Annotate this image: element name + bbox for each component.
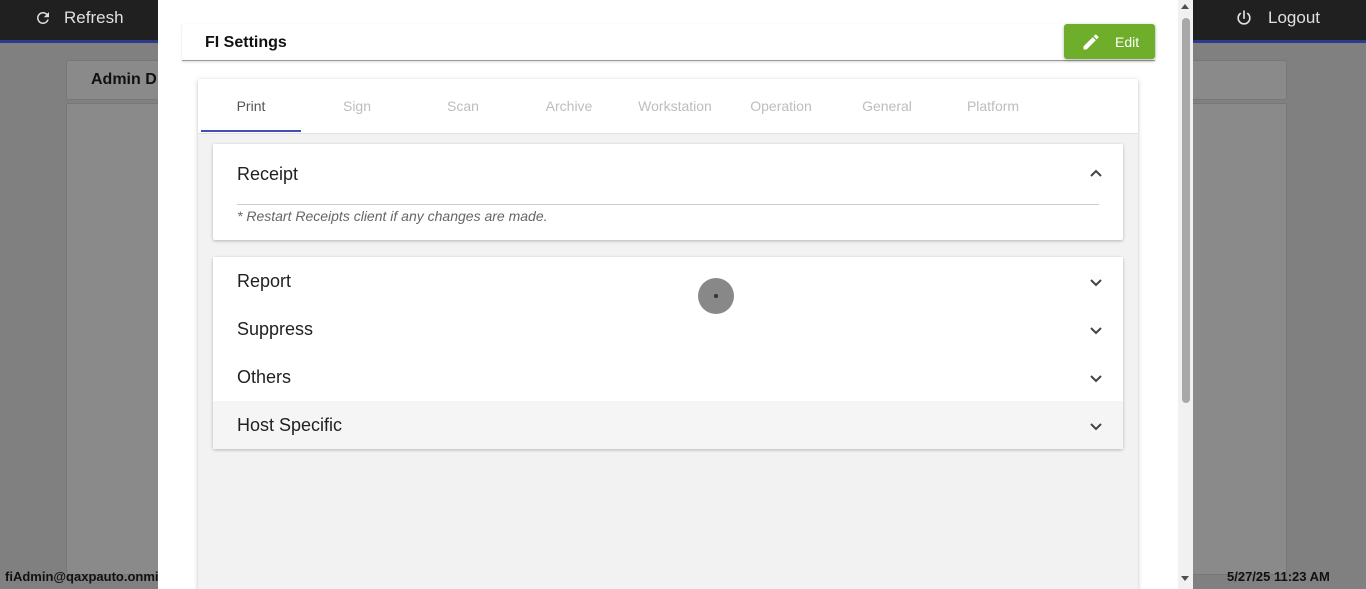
chevron-down-icon [1090,279,1102,287]
chevron-down-icon [1090,423,1102,431]
tab-operation[interactable]: Operation [731,79,831,133]
dialog-header: FI Settings [182,24,1155,61]
tab-print[interactable]: Print [201,79,301,133]
pencil-icon [1083,33,1099,49]
receipt-divider [237,204,1099,205]
tab-archive[interactable]: Archive [519,79,619,133]
receipt-note: * Restart Receipts client if any changes… [237,208,548,224]
chevron-down-icon [1090,327,1102,335]
datetime-display: 5/27/25 11:23 AM [1227,569,1330,584]
logout-label: Logout [1268,8,1320,27]
scroll-down-arrow-icon[interactable] [1181,576,1189,581]
receipt-header[interactable]: Receipt [237,164,298,185]
loading-dot [714,294,718,298]
page-title: Admin D [91,71,157,88]
receipt-panel: Receipt * Restart Receipts client if any… [213,144,1123,240]
loading-spinner [698,278,734,314]
dialog-title: FI Settings [205,34,287,51]
settings-tabs: Print Sign Scan Archive Workstation Oper… [198,79,1138,134]
refresh-label: Refresh [64,8,124,27]
chevron-down-icon [1090,375,1102,383]
current-user: fiAdmin@qaxpauto.onmi [5,569,159,584]
settings-accordion: Report Suppress Others Host Specific [213,257,1123,449]
tab-workstation[interactable]: Workstation [625,79,725,133]
section-report[interactable]: Report [213,257,1123,306]
section-others[interactable]: Others [213,353,1123,402]
tab-scan[interactable]: Scan [413,79,513,133]
tab-platform[interactable]: Platform [943,79,1043,133]
active-tab-indicator [201,130,301,132]
settings-content: Print Sign Scan Archive Workstation Oper… [198,79,1138,589]
logout-button[interactable]: Logout [1234,6,1320,30]
section-label: Others [237,367,292,387]
edit-button[interactable]: Edit [1064,24,1155,59]
chevron-up-icon[interactable] [1089,168,1103,178]
tab-general[interactable]: General [837,79,937,133]
dialog-scrollbar[interactable] [1178,0,1193,589]
fi-settings-dialog: FI Settings Edit Print Sign Scan Archive… [158,0,1193,589]
section-label: Report [237,271,292,291]
refresh-button[interactable]: Refresh [34,6,124,30]
power-icon [1237,10,1251,25]
edit-label: Edit [1115,33,1140,50]
tab-sign[interactable]: Sign [307,79,407,133]
scroll-up-arrow-icon[interactable] [1181,4,1189,9]
section-host-specific[interactable]: Host Specific [213,401,1123,449]
section-label: Host Specific [237,415,343,435]
section-label: Suppress [237,319,314,339]
scroll-thumb[interactable] [1182,18,1190,403]
section-suppress[interactable]: Suppress [213,305,1123,354]
refresh-icon [37,12,49,24]
